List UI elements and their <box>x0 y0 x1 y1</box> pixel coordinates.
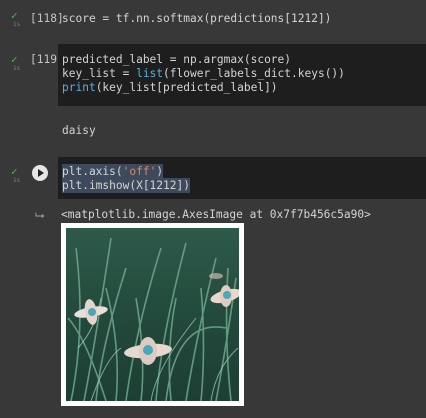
code-line: score = tf.nn.softmax(predictions[1212]) <box>62 12 332 25</box>
cell-gutter: ✓ 1s <box>0 157 26 199</box>
cell-gutter: ✓ 1s <box>0 44 26 106</box>
code-cell-118[interactable]: ✓ 1s [118] score = tf.nn.softmax(predict… <box>0 4 426 32</box>
cell-output-repr: <matplotlib.image.AxesImage at 0x7f7b456… <box>61 208 371 221</box>
daisy-photo <box>66 228 239 401</box>
code-editor[interactable]: predicted_label = np.argmax(score) key_l… <box>58 44 426 106</box>
code-line: predicted_label = np.argmax(score) <box>62 53 292 66</box>
code-line: plt.imshow(X[1212]) <box>62 178 190 193</box>
cell-gutter: ✓ 1s <box>0 4 26 32</box>
run-cell-icon[interactable] <box>32 165 48 181</box>
exec-time: 1s <box>13 65 20 72</box>
code-editor[interactable]: plt.axis('off') plt.imshow(X[1212]) <box>58 157 426 199</box>
output-image <box>61 223 244 406</box>
check-icon: ✓ <box>11 53 18 66</box>
exec-time: 1s <box>13 177 20 184</box>
cell-output: daisy <box>62 124 96 137</box>
code-line: print(key_list[predicted_label]) <box>62 81 278 94</box>
code-line: key_list = list(flower_labels_dict.keys(… <box>62 67 345 80</box>
check-icon: ✓ <box>11 9 18 22</box>
code-editor[interactable]: score = tf.nn.softmax(predictions[1212]) <box>58 4 426 32</box>
code-line: plt.axis('off') <box>62 164 164 179</box>
exec-time: 1s <box>13 21 20 28</box>
check-icon: ✓ <box>11 165 18 178</box>
output-redirect-icon: ⮡ <box>35 208 45 222</box>
code-cell-119[interactable]: ✓ 1s [119] predicted_label = np.argmax(s… <box>0 44 426 106</box>
code-cell-plot[interactable]: ✓ 1s plt.axis('off') plt.imshow(X[1212]) <box>0 157 426 199</box>
